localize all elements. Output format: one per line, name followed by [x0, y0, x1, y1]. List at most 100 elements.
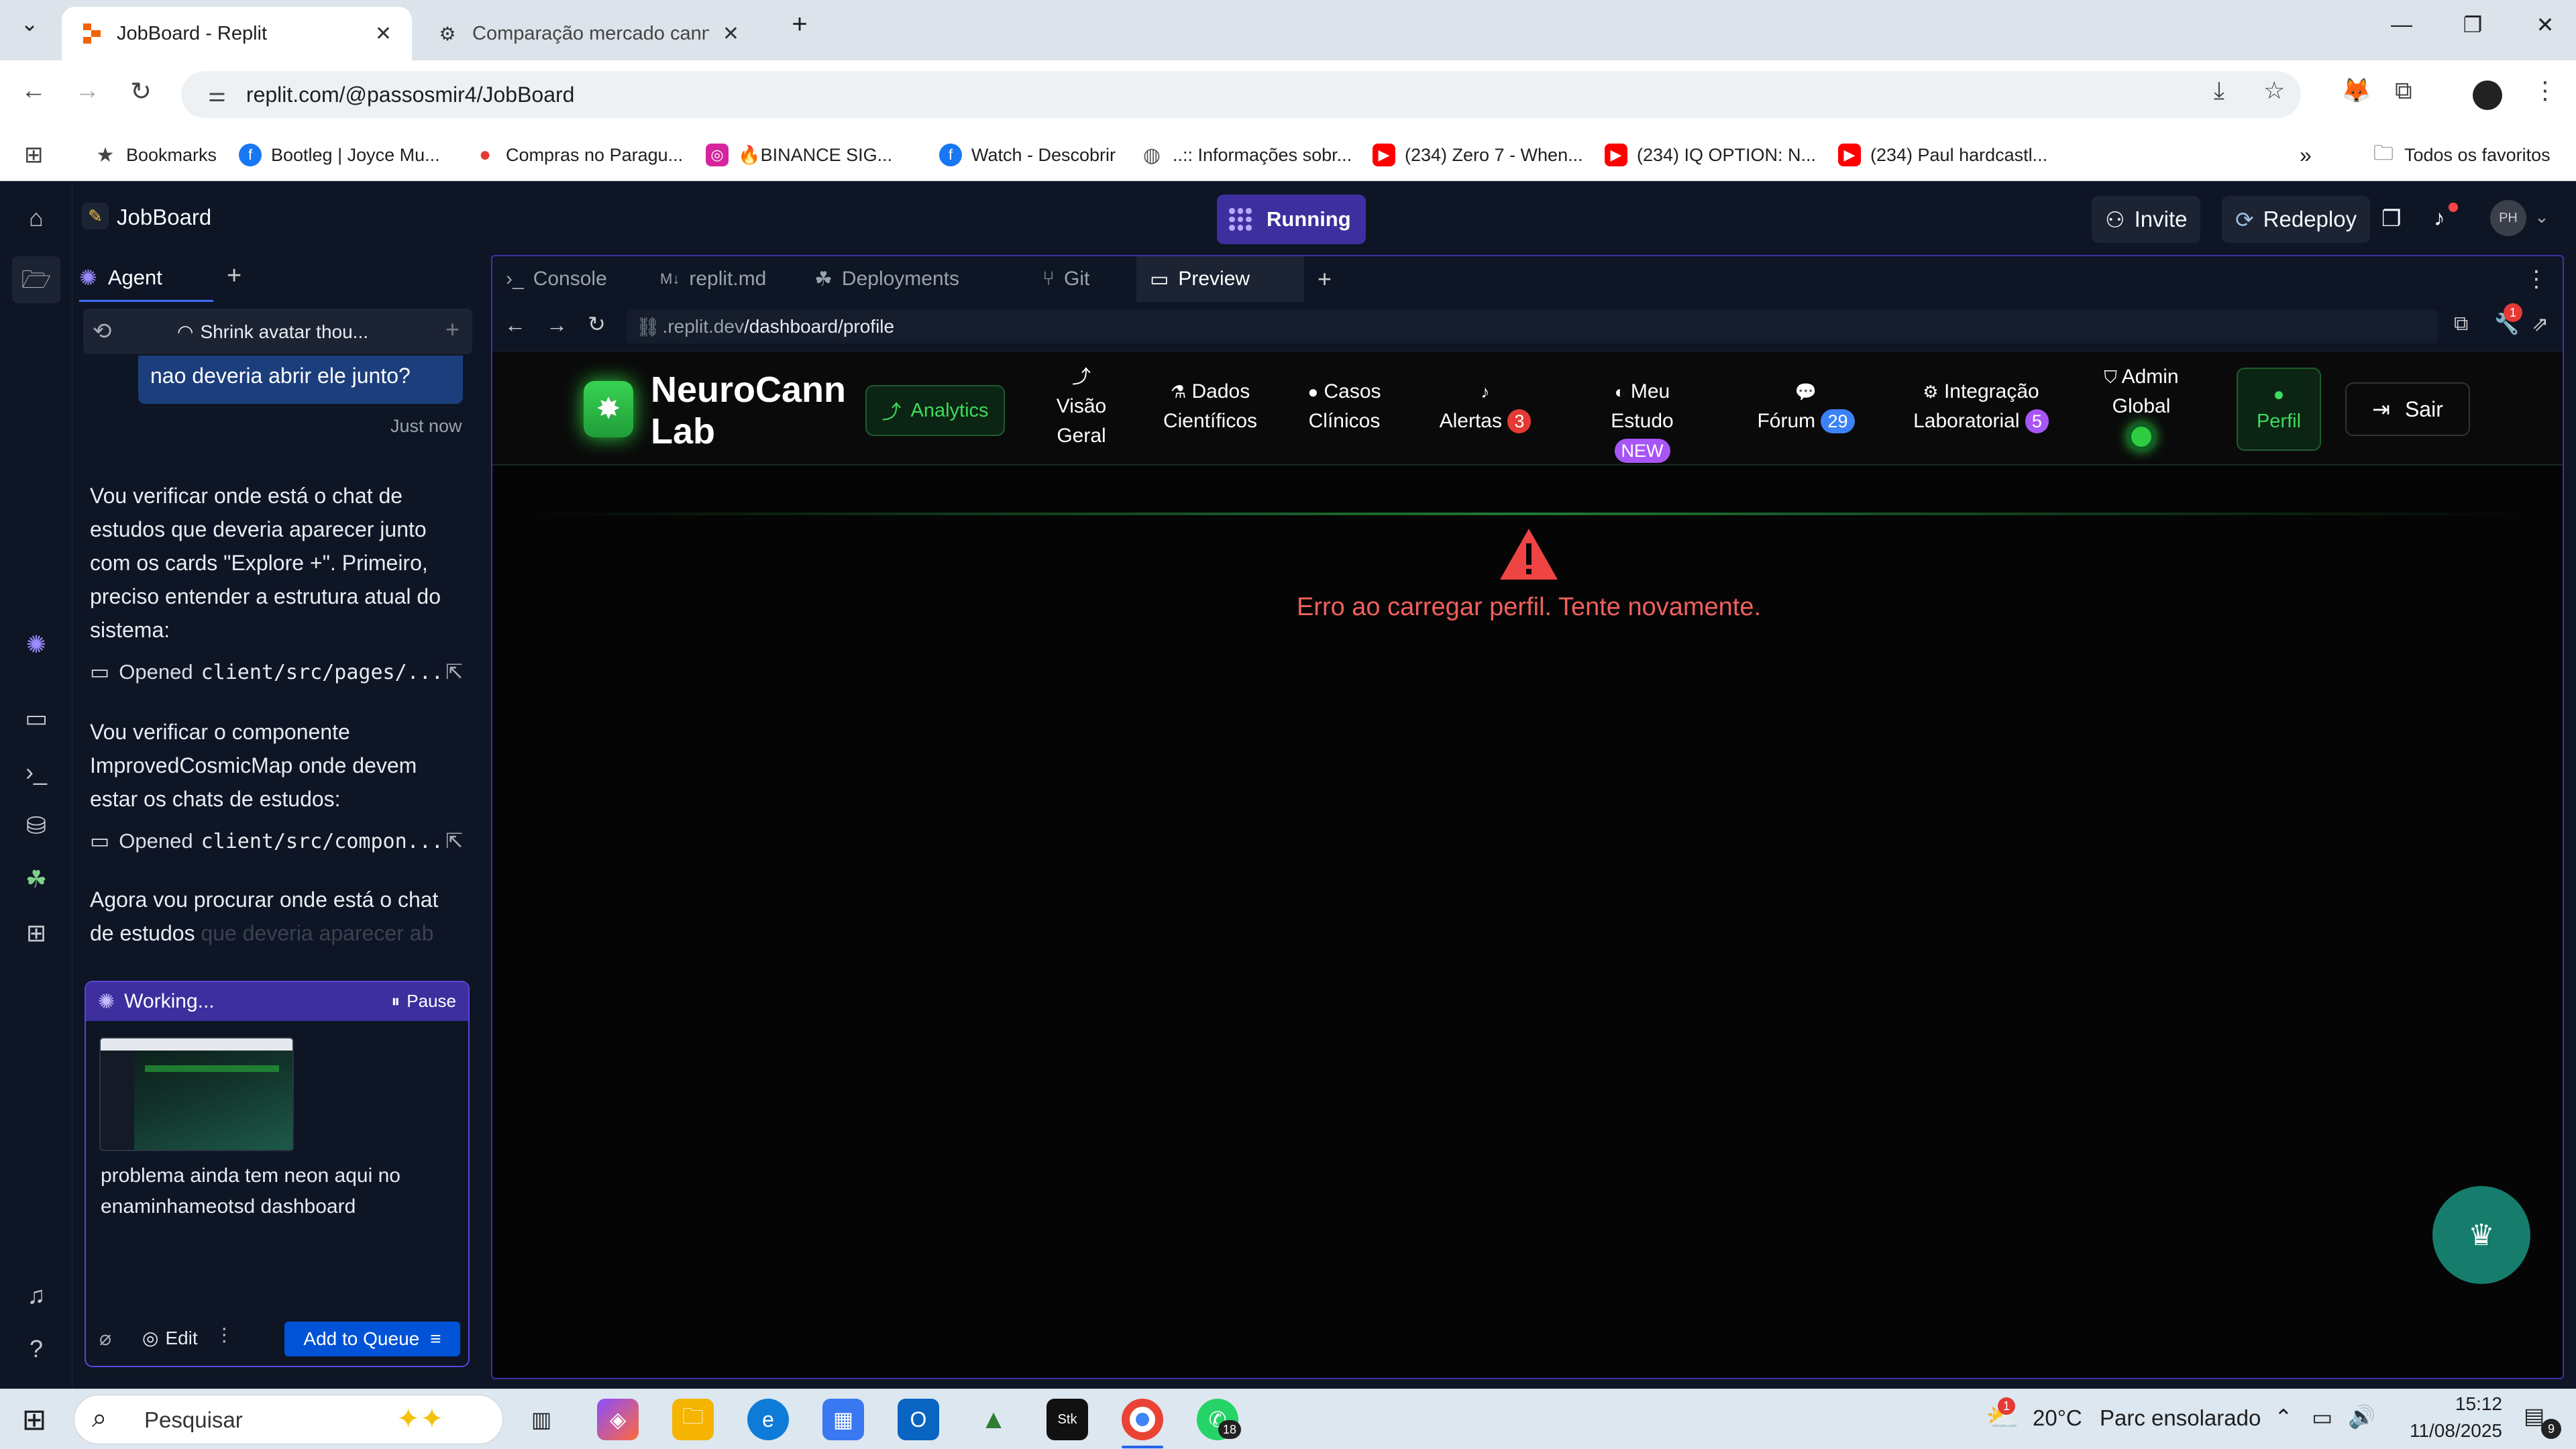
task-view-icon[interactable]: ▥ [521, 1399, 562, 1440]
stake-icon[interactable]: Stk [1046, 1399, 1088, 1440]
thread-title[interactable]: ◠ Shrink avatar thou... [177, 321, 368, 343]
home-icon[interactable]: ⌂ [0, 204, 72, 232]
avatar-chevron-icon[interactable]: ⌄ [2534, 207, 2549, 227]
invite-button[interactable]: ⚇ Invite [2092, 196, 2201, 243]
address-bar[interactable]: ⚌ replit.com/@passosmir4/JobBoard [181, 71, 2301, 118]
screenshot-attachment[interactable] [99, 1037, 294, 1151]
weather-description[interactable]: Parc ensolarado [2100, 1405, 2261, 1431]
bookmark-item[interactable]: ▶ (234) Paul hardcastl... [1838, 138, 2047, 172]
back-icon[interactable]: ← [13, 76, 54, 105]
clock-date[interactable]: 11/08/2025 [2391, 1420, 2502, 1442]
tab-git[interactable]: ⑂ Git [1029, 256, 1136, 302]
user-avatar[interactable]: PH [2490, 200, 2526, 236]
devices-icon[interactable]: ⧉ [2454, 313, 2468, 335]
close-tab-icon[interactable]: ✕ [722, 22, 739, 46]
nav-dados-cientificos[interactable]: ⚗ Dados Científicos [1157, 377, 1264, 436]
menu-kebab-icon[interactable]: ⋮ [2533, 76, 2557, 105]
nav-alertas[interactable]: ♪ Alertas 3 [1432, 377, 1539, 436]
preview-forward-icon[interactable]: → [546, 313, 568, 337]
pause-button[interactable]: ⏸ Pause [391, 991, 456, 1012]
reload-icon[interactable]: ↻ [121, 76, 161, 107]
deployments-icon[interactable]: ☘ [0, 865, 72, 894]
bookmark-item[interactable]: ◍..:: Informações sobr... [1140, 138, 1352, 172]
preview-monitor-icon[interactable]: ▭ [0, 704, 72, 733]
tab-preview[interactable]: ▭ Preview [1136, 256, 1304, 302]
add-to-queue-button[interactable]: Add to Queue ≡ [284, 1322, 460, 1356]
new-tab-icon[interactable]: + [780, 9, 820, 40]
devtools-wrench-icon[interactable]: 🔧 1 [2494, 303, 2522, 336]
draft-message[interactable]: problema ainda tem neon aqui no enaminha… [101, 1161, 449, 1222]
database-icon[interactable]: ⛁ [0, 812, 72, 840]
floating-action-button[interactable]: ♛ [2432, 1186, 2530, 1284]
bookmark-star-icon[interactable]: ☆ [2263, 76, 2285, 105]
opened-file-row[interactable]: ▭ Opened client/src/compon... ⇱ [90, 829, 463, 853]
outlook-icon[interactable]: O [898, 1399, 939, 1440]
tab-agent[interactable]: ✺ Agent [79, 255, 213, 302]
more-bookmarks-icon[interactable]: » [2300, 138, 2312, 172]
minimize-icon[interactable]: — [2381, 12, 2422, 37]
brand-name[interactable]: NeuroCann Lab [651, 369, 846, 452]
all-tools-icon[interactable]: ⊞ [0, 919, 72, 947]
apps-grid-icon[interactable]: ⊞ [24, 138, 44, 172]
files-icon[interactable]: 🗁 [12, 256, 60, 303]
preview-url-field[interactable]: ⛓ .replit.dev/dashboard/profile [627, 310, 2438, 343]
copilot-app-icon[interactable]: ◈ [597, 1399, 639, 1440]
forward-icon[interactable]: → [67, 76, 107, 105]
taskbar-search[interactable]: ⌕ Pesquisar ✦✦ [74, 1395, 503, 1444]
new-tab-icon[interactable]: + [227, 262, 241, 290]
repl-name[interactable]: JobBoard [117, 205, 211, 230]
nav-admin-global[interactable]: ⛉ Admin Global [2094, 362, 2188, 451]
network-icon[interactable]: ▭ [2312, 1404, 2332, 1430]
bookmark-item[interactable]: ◎ 🔥BINANCE SIG... [706, 138, 892, 172]
notification-center-icon[interactable]: ▤ 9 [2524, 1403, 2561, 1439]
close-window-icon[interactable]: ✕ [2525, 12, 2565, 38]
tray-chevron-icon[interactable]: ⌃ [2274, 1404, 2293, 1430]
open-file-link-icon[interactable]: ⇱ [445, 660, 463, 684]
browser-tab-jobboard[interactable]: JobBoard - Replit ✕ [62, 7, 412, 60]
preview-reload-icon[interactable]: ↻ [588, 311, 606, 337]
nav-integracao-laboratorial[interactable]: ⚙ Integração Laboratorial 5 [1911, 377, 2051, 436]
nav-analytics[interactable]: ⤴ Analytics [865, 385, 1005, 436]
new-thread-icon[interactable]: + [445, 315, 460, 343]
edit-button[interactable]: ◎ Edit [142, 1327, 198, 1349]
tab-deployments[interactable]: ☘ Deployments [801, 256, 996, 302]
browser-tab-comparacao[interactable]: ⚙ Comparação mercado cannabis ✕ [417, 7, 759, 60]
whatsapp-icon[interactable]: ✆ 18 [1197, 1399, 1241, 1440]
preview-back-icon[interactable]: ← [504, 313, 526, 337]
tab-replit-md[interactable]: M↓ replit.md [647, 256, 801, 302]
run-button[interactable]: Running [1217, 195, 1366, 244]
console-icon[interactable]: ›_ [0, 758, 72, 786]
bookmark-item[interactable]: ▶ (234) Zero 7 - When... [1373, 138, 1583, 172]
tab-console[interactable]: ›_ Console [492, 256, 647, 302]
bookmark-item[interactable]: ▶ (234) IQ OPTION: N... [1605, 138, 1816, 172]
nav-visao-geral[interactable]: ⤴ Visão Geral [1041, 362, 1122, 451]
all-bookmarks-folder[interactable]: 🗀 Todos os favoritos [2372, 138, 2551, 172]
settings-sliders-icon[interactable]: ⫶ [221, 1324, 227, 1350]
arcgis-icon[interactable]: ▲ [973, 1399, 1014, 1440]
profile-avatar[interactable] [2473, 80, 2502, 110]
volume-icon[interactable]: 🔊 [2348, 1404, 2375, 1430]
bookmark-item[interactable]: ● Compras no Paragu... [474, 138, 683, 172]
nav-forum[interactable]: 💬 Fórum 29 [1752, 377, 1860, 436]
open-new-window-icon[interactable]: ⇗ [2532, 313, 2548, 336]
store-icon[interactable]: ▦ [822, 1399, 864, 1440]
logout-button[interactable]: ⇥ Sair [2345, 382, 2470, 436]
bookmark-item[interactable]: f Bootleg | Joyce Mu... [239, 138, 440, 172]
windows-start-icon[interactable]: ⊞ [13, 1399, 55, 1440]
edge-icon[interactable]: e [747, 1399, 789, 1440]
tab-search-icon[interactable]: ⌄ [9, 11, 50, 36]
chrome-icon[interactable] [1122, 1399, 1163, 1440]
close-tab-icon[interactable]: ✕ [375, 22, 392, 46]
agent-icon[interactable]: ✺ [0, 631, 72, 659]
help-icon[interactable]: ? [0, 1335, 72, 1363]
redeploy-button[interactable]: ⟳ Redeploy [2222, 196, 2371, 243]
install-app-icon[interactable]: ⤓ [2214, 76, 2224, 105]
history-icon[interactable]: ⟲ [93, 318, 112, 345]
extensions-icon[interactable]: ⧉ [2395, 76, 2412, 105]
weather-icon[interactable]: ⛅ 1 [1986, 1397, 2019, 1433]
opened-file-row[interactable]: ▭ Opened client/src/pages/... ⇱ [90, 660, 463, 684]
attach-icon[interactable]: ⌀ [99, 1327, 111, 1350]
nav-meu-estudo[interactable]: ◐ Meu Estudo NEW [1582, 377, 1703, 466]
nav-perfil[interactable]: ● Perfil [2237, 368, 2321, 451]
multiplayer-icon[interactable]: ❐ [2381, 205, 2402, 231]
